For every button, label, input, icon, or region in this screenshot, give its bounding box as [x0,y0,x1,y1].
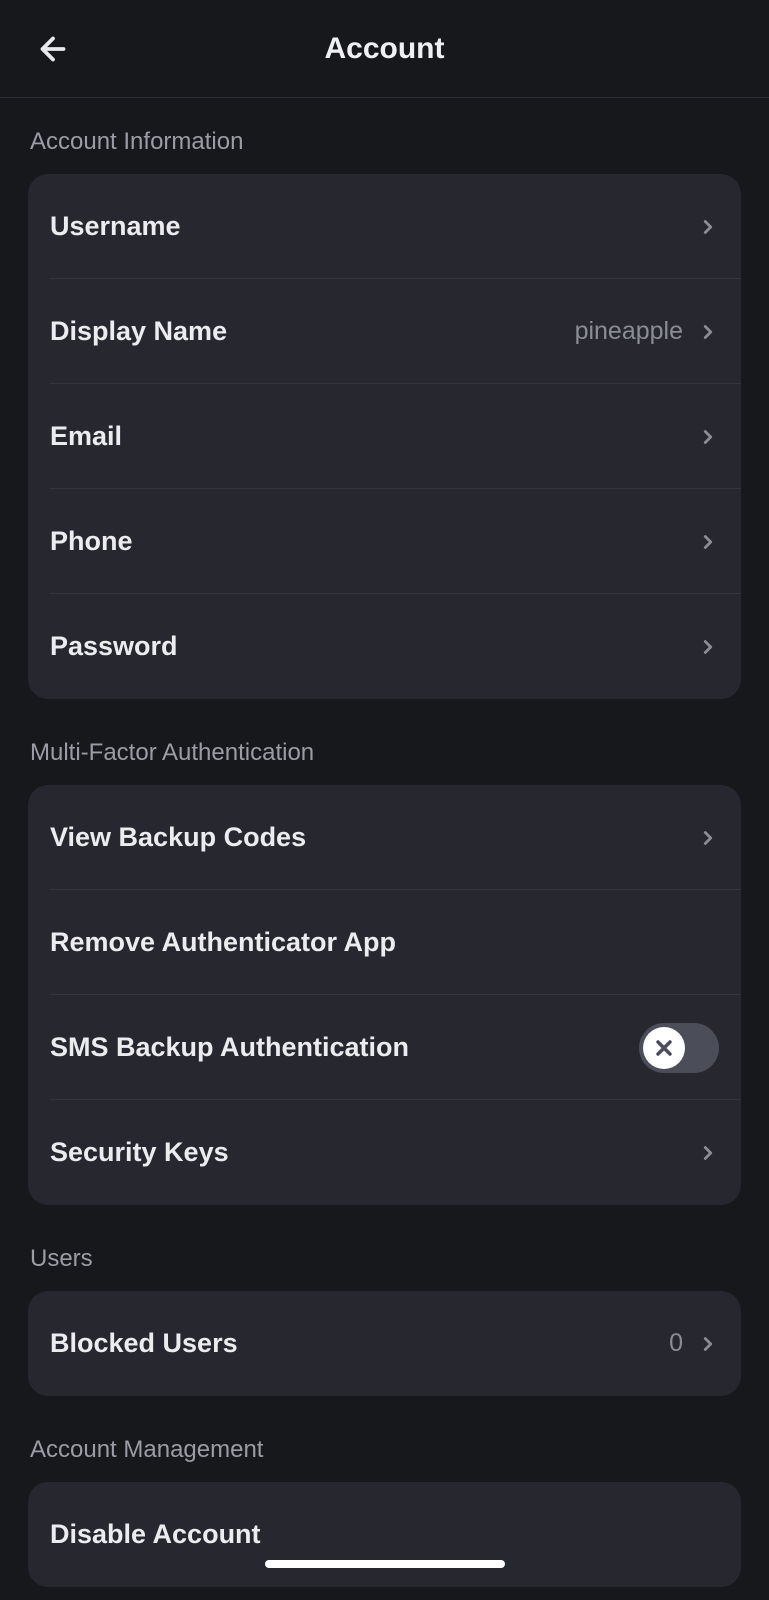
chevron-right-icon [697,1142,719,1164]
home-indicator[interactable] [265,1560,505,1568]
row-label: Security Keys [50,1137,229,1168]
section-card-account-management: Disable Account [28,1482,741,1587]
row-security-keys[interactable]: Security Keys [28,1100,741,1205]
chevron-right-icon [697,426,719,448]
row-view-backup-codes[interactable]: View Backup Codes [28,785,741,890]
section-header-account-management: Account Management [28,1396,741,1482]
section-card-users: Blocked Users 0 [28,1291,741,1396]
row-label: Remove Authenticator App [50,927,396,958]
page-title: Account [325,32,445,66]
row-value: pineapple [575,317,683,346]
section-header-mfa: Multi-Factor Authentication [28,699,741,785]
section-header-users: Users [28,1205,741,1291]
arrow-left-icon [35,31,71,67]
row-username[interactable]: Username [28,174,741,279]
row-value: 0 [669,1329,683,1358]
chevron-right-icon [697,1333,719,1355]
section-card-mfa: View Backup Codes Remove Authenticator A… [28,785,741,1205]
row-email[interactable]: Email [28,384,741,489]
row-label: SMS Backup Authentication [50,1032,409,1063]
row-label: Password [50,631,178,662]
row-password[interactable]: Password [28,594,741,699]
row-sms-backup[interactable]: SMS Backup Authentication [28,995,741,1100]
row-label: Display Name [50,316,227,347]
row-remove-authenticator[interactable]: Remove Authenticator App [28,890,741,995]
row-label: View Backup Codes [50,822,306,853]
header-bar: Account [0,0,769,98]
row-disable-account[interactable]: Disable Account [28,1482,741,1587]
row-label: Phone [50,526,133,557]
row-label: Email [50,421,122,452]
row-blocked-users[interactable]: Blocked Users 0 [28,1291,741,1396]
row-display-name[interactable]: Display Name pineapple [28,279,741,384]
chevron-right-icon [697,216,719,238]
section-card-account-info: Username Display Name pineapple Email [28,174,741,699]
row-label: Disable Account [50,1519,261,1550]
chevron-right-icon [697,827,719,849]
chevron-right-icon [697,636,719,658]
row-label: Username [50,211,181,242]
chevron-right-icon [697,531,719,553]
row-phone[interactable]: Phone [28,489,741,594]
chevron-right-icon [697,321,719,343]
back-button[interactable] [35,31,71,67]
toggle-knob [643,1027,685,1069]
section-header-account-info: Account Information [28,98,741,174]
x-icon [652,1036,676,1060]
toggle-sms-backup[interactable] [639,1023,719,1073]
row-label: Blocked Users [50,1328,238,1359]
